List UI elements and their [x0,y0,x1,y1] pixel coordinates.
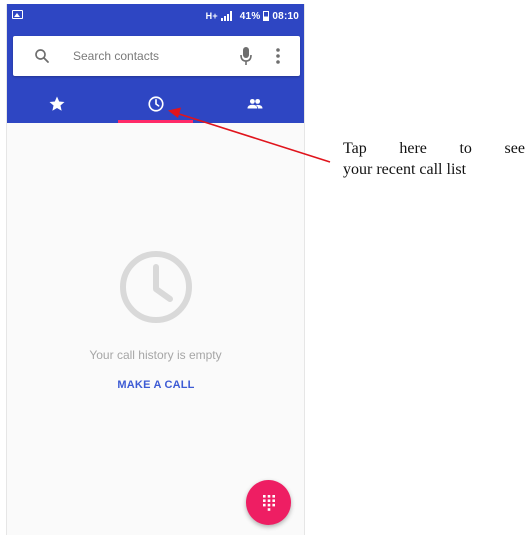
search-input[interactable] [73,46,223,66]
callout-word: here [399,140,427,157]
status-bar: H+ 41% 08:10 [7,4,304,28]
tab-speed-dial[interactable] [7,85,106,123]
battery-icon [263,11,270,21]
app-bar [7,28,304,123]
microphone-icon[interactable] [239,46,253,66]
network-type: H+ [205,11,218,21]
dialpad-icon [262,494,275,511]
tab-bar [7,85,304,123]
more-options-icon[interactable] [275,46,281,66]
callout-word: to [459,140,472,157]
make-a-call-button[interactable]: MAKE A CALL [106,374,206,396]
gallery-notification-icon [12,10,23,19]
callout-line-1: Tap here to see [343,138,525,159]
battery-percent: 41% [239,10,261,22]
empty-history-clock-icon [120,251,192,323]
clock-icon [147,96,164,112]
search-box[interactable] [13,36,300,76]
search-icon [35,49,49,63]
phone-screen: H+ 41% 08:10 Search contacts Your call h… [6,4,305,535]
dialpad-fab[interactable] [246,480,291,525]
tab-recents[interactable] [106,85,205,123]
star-icon [49,96,64,111]
status-indicators: H+ 41% 08:10 [206,9,299,23]
callout-line-2: your recent call list [343,161,467,178]
callout-word: see [504,140,525,157]
tab-contacts[interactable] [205,85,304,123]
callout-word: Tap [343,140,367,157]
clock-time: 08:10 [272,10,299,22]
empty-history-message: Your call history is empty [89,348,222,362]
tab-selected-indicator [118,120,193,123]
signal-icon [220,11,232,21]
annotation-callout: Tap here to see your recent call list [343,138,525,180]
people-icon [247,98,262,109]
